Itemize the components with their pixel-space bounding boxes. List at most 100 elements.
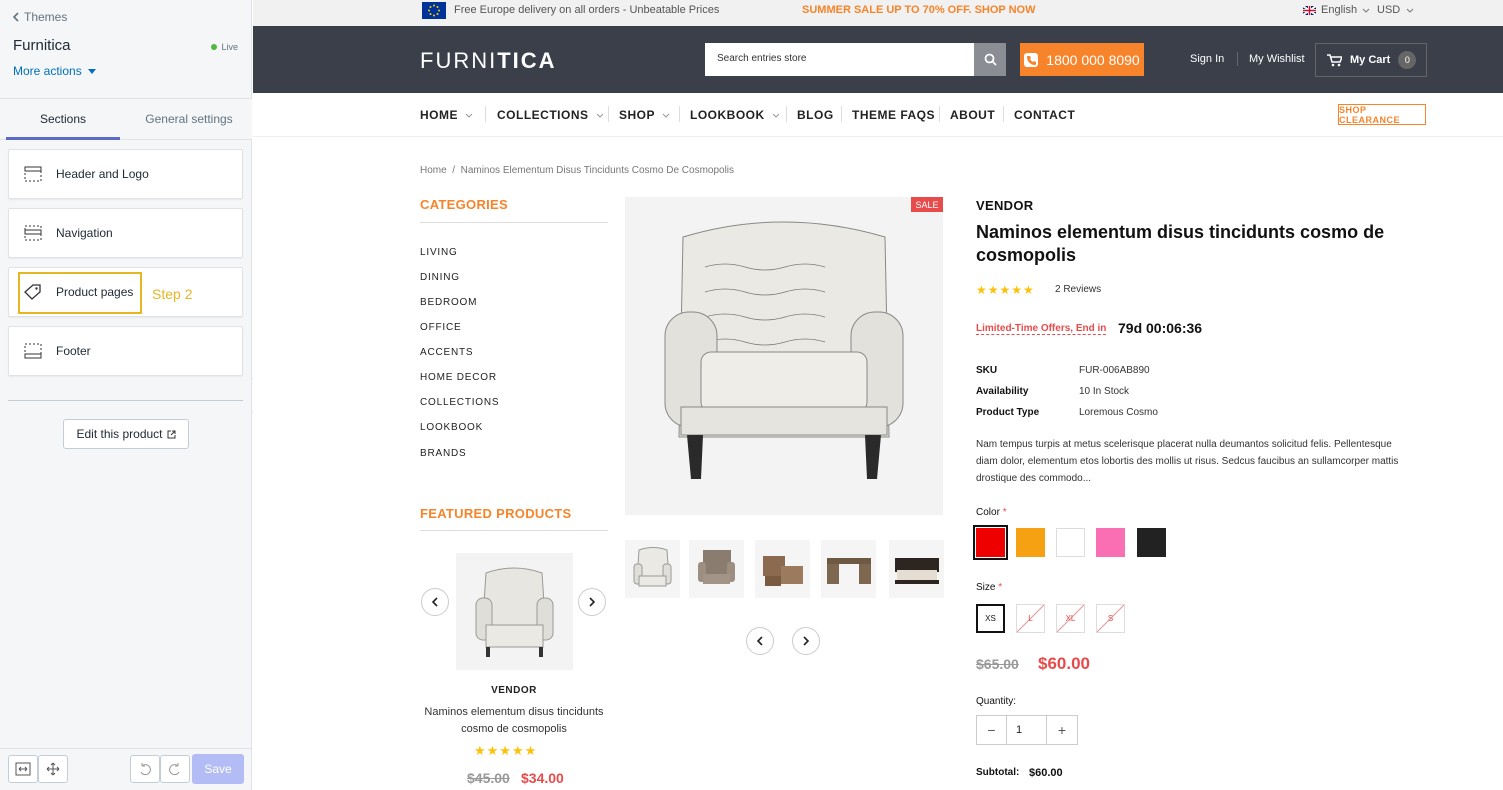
section-navigation[interactable]: Navigation	[8, 208, 243, 258]
nav-item-contact[interactable]: CONTACT	[1014, 108, 1075, 122]
back-to-themes-link[interactable]: Themes	[12, 10, 67, 24]
featured-rating-stars: ★★★★★	[474, 743, 538, 758]
search-icon	[984, 53, 997, 66]
spec-label: SKU	[976, 365, 998, 376]
size-option[interactable]: XS	[976, 604, 1005, 633]
nav-item-about[interactable]: ABOUT	[950, 108, 995, 122]
featured-product-name[interactable]: Naminos elementum disus tincidunts cosmo…	[420, 704, 608, 738]
navigation-layout-icon	[24, 225, 42, 241]
nav-label: HOME	[420, 108, 458, 122]
category-link[interactable]: OFFICE	[420, 322, 461, 333]
sign-in-link[interactable]: Sign In	[1190, 53, 1224, 65]
chevron-down-icon	[662, 113, 670, 118]
tab-general-settings[interactable]: General settings	[126, 99, 252, 139]
size-option[interactable]: L	[1016, 604, 1045, 633]
product-thumbnail[interactable]	[689, 540, 744, 598]
more-actions-button[interactable]: More actions	[13, 64, 96, 78]
size-option[interactable]: S	[1096, 604, 1125, 633]
nav-item-blog[interactable]: BLOG	[797, 108, 834, 122]
reviews-link[interactable]: 2 Reviews	[1055, 284, 1101, 295]
nav-item-home[interactable]: HOME	[420, 108, 473, 122]
step-highlight-box	[18, 272, 142, 314]
product-thumbnail[interactable]	[889, 540, 944, 598]
category-link[interactable]: DINING	[420, 272, 460, 283]
quantity-increase-button[interactable]: +	[1047, 716, 1077, 744]
product-thumbnail[interactable]	[755, 540, 810, 598]
quantity-input[interactable]: 1	[1007, 716, 1047, 744]
size-option[interactable]: XL	[1056, 604, 1085, 633]
wishlist-link[interactable]: My Wishlist	[1249, 53, 1305, 65]
category-link[interactable]: COLLECTIONS	[420, 397, 499, 408]
nav-item-lookbook[interactable]: LOOKBOOK	[690, 108, 780, 122]
nav-separator	[1003, 106, 1004, 122]
required-marker: *	[998, 582, 1003, 593]
divider	[8, 400, 243, 401]
nav-separator	[786, 106, 787, 122]
category-link[interactable]: LOOKBOOK	[420, 422, 483, 433]
product-title: Naminos elementum disus tincidunts cosmo…	[976, 222, 1385, 265]
cart-count-badge: 0	[1398, 51, 1417, 69]
section-header-and-logo[interactable]: Header and Logo	[8, 149, 243, 199]
featured-prev-button[interactable]	[421, 588, 449, 616]
category-link[interactable]: ACCENTS	[420, 347, 473, 358]
product-description: Nam tempus turpis at metus scelerisque p…	[976, 439, 1399, 484]
tab-sections[interactable]: Sections	[0, 99, 126, 140]
chevron-left-icon	[12, 12, 19, 22]
cart-button[interactable]: My Cart 0	[1315, 43, 1427, 77]
inspector-button[interactable]	[38, 755, 68, 783]
gallery-next-button[interactable]	[792, 627, 820, 655]
category-link[interactable]: BEDROOM	[420, 297, 477, 308]
quantity-decrease-button[interactable]: −	[977, 716, 1007, 744]
product-rating-stars: ★★★★★	[976, 283, 1035, 297]
search-input[interactable]: Search entries store	[705, 43, 974, 76]
breadcrumb-separator: /	[452, 165, 456, 176]
category-link[interactable]: BRANDS	[420, 448, 466, 459]
product-thumbnail[interactable]	[625, 540, 680, 598]
undo-button[interactable]	[130, 755, 160, 783]
category-link[interactable]: LIVING	[420, 247, 458, 258]
cart-icon	[1327, 53, 1342, 66]
phone-number: 1800 000 8090	[1046, 51, 1140, 68]
desktop-view-button[interactable]	[8, 755, 38, 783]
color-swatch[interactable]	[1016, 528, 1045, 557]
featured-next-button[interactable]	[578, 588, 606, 616]
featured-product-image[interactable]	[456, 553, 573, 670]
redo-button[interactable]	[160, 755, 190, 783]
breadcrumb-current: Naminos Elementum Disus Tincidunts Cosmo…	[460, 165, 735, 176]
divider	[420, 530, 608, 531]
language-selector[interactable]: English	[1303, 4, 1370, 16]
save-button[interactable]: Save	[192, 754, 244, 784]
store-logo[interactable]: FURNITICA	[420, 48, 557, 74]
language-label: English	[1321, 4, 1358, 16]
shop-clearance-button[interactable]: SHOP CLEARANCE	[1338, 104, 1426, 125]
section-footer[interactable]: Footer	[8, 326, 243, 376]
section-label: Footer	[56, 344, 91, 358]
sale-banner-link[interactable]: SUMMER SALE UP TO 70% OFF. SHOP NOW	[802, 4, 1035, 16]
gallery-prev-button[interactable]	[746, 627, 774, 655]
size-label: Size	[976, 582, 996, 593]
edit-this-product-button[interactable]: Edit this product	[63, 419, 189, 449]
product-thumbnail[interactable]	[821, 540, 876, 598]
color-swatch[interactable]	[1096, 528, 1125, 557]
color-swatch[interactable]	[1137, 528, 1166, 557]
caret-down-icon	[87, 68, 96, 74]
resize-horizontal-icon	[15, 762, 31, 776]
nav-label: COLLECTIONS	[497, 108, 589, 122]
phone-button[interactable]: 1800 000 8090	[1020, 43, 1144, 76]
undo-icon	[140, 763, 151, 776]
breadcrumb-home[interactable]: Home	[420, 165, 447, 176]
category-link[interactable]: HOME DECOR	[420, 372, 497, 383]
color-swatch[interactable]	[973, 525, 1008, 560]
search-button[interactable]	[974, 43, 1006, 76]
currency-selector[interactable]: USD	[1377, 4, 1414, 16]
nav-item-shop[interactable]: SHOP	[619, 108, 670, 122]
product-main-image[interactable]	[625, 197, 943, 515]
nav-item-theme-faqs[interactable]: THEME FAQS	[852, 108, 935, 122]
color-swatch[interactable]	[1056, 528, 1085, 557]
color-label-group: Color *	[976, 507, 1007, 518]
offer-label: Limited-Time Offers, End in	[976, 323, 1107, 335]
nav-item-collections[interactable]: COLLECTIONS	[497, 108, 604, 122]
spec-value: FUR-006AB890	[1079, 365, 1150, 376]
store-preview: Free Europe delivery on all orders - Unb…	[253, 0, 1503, 790]
featured-vendor: VENDOR	[491, 685, 537, 696]
